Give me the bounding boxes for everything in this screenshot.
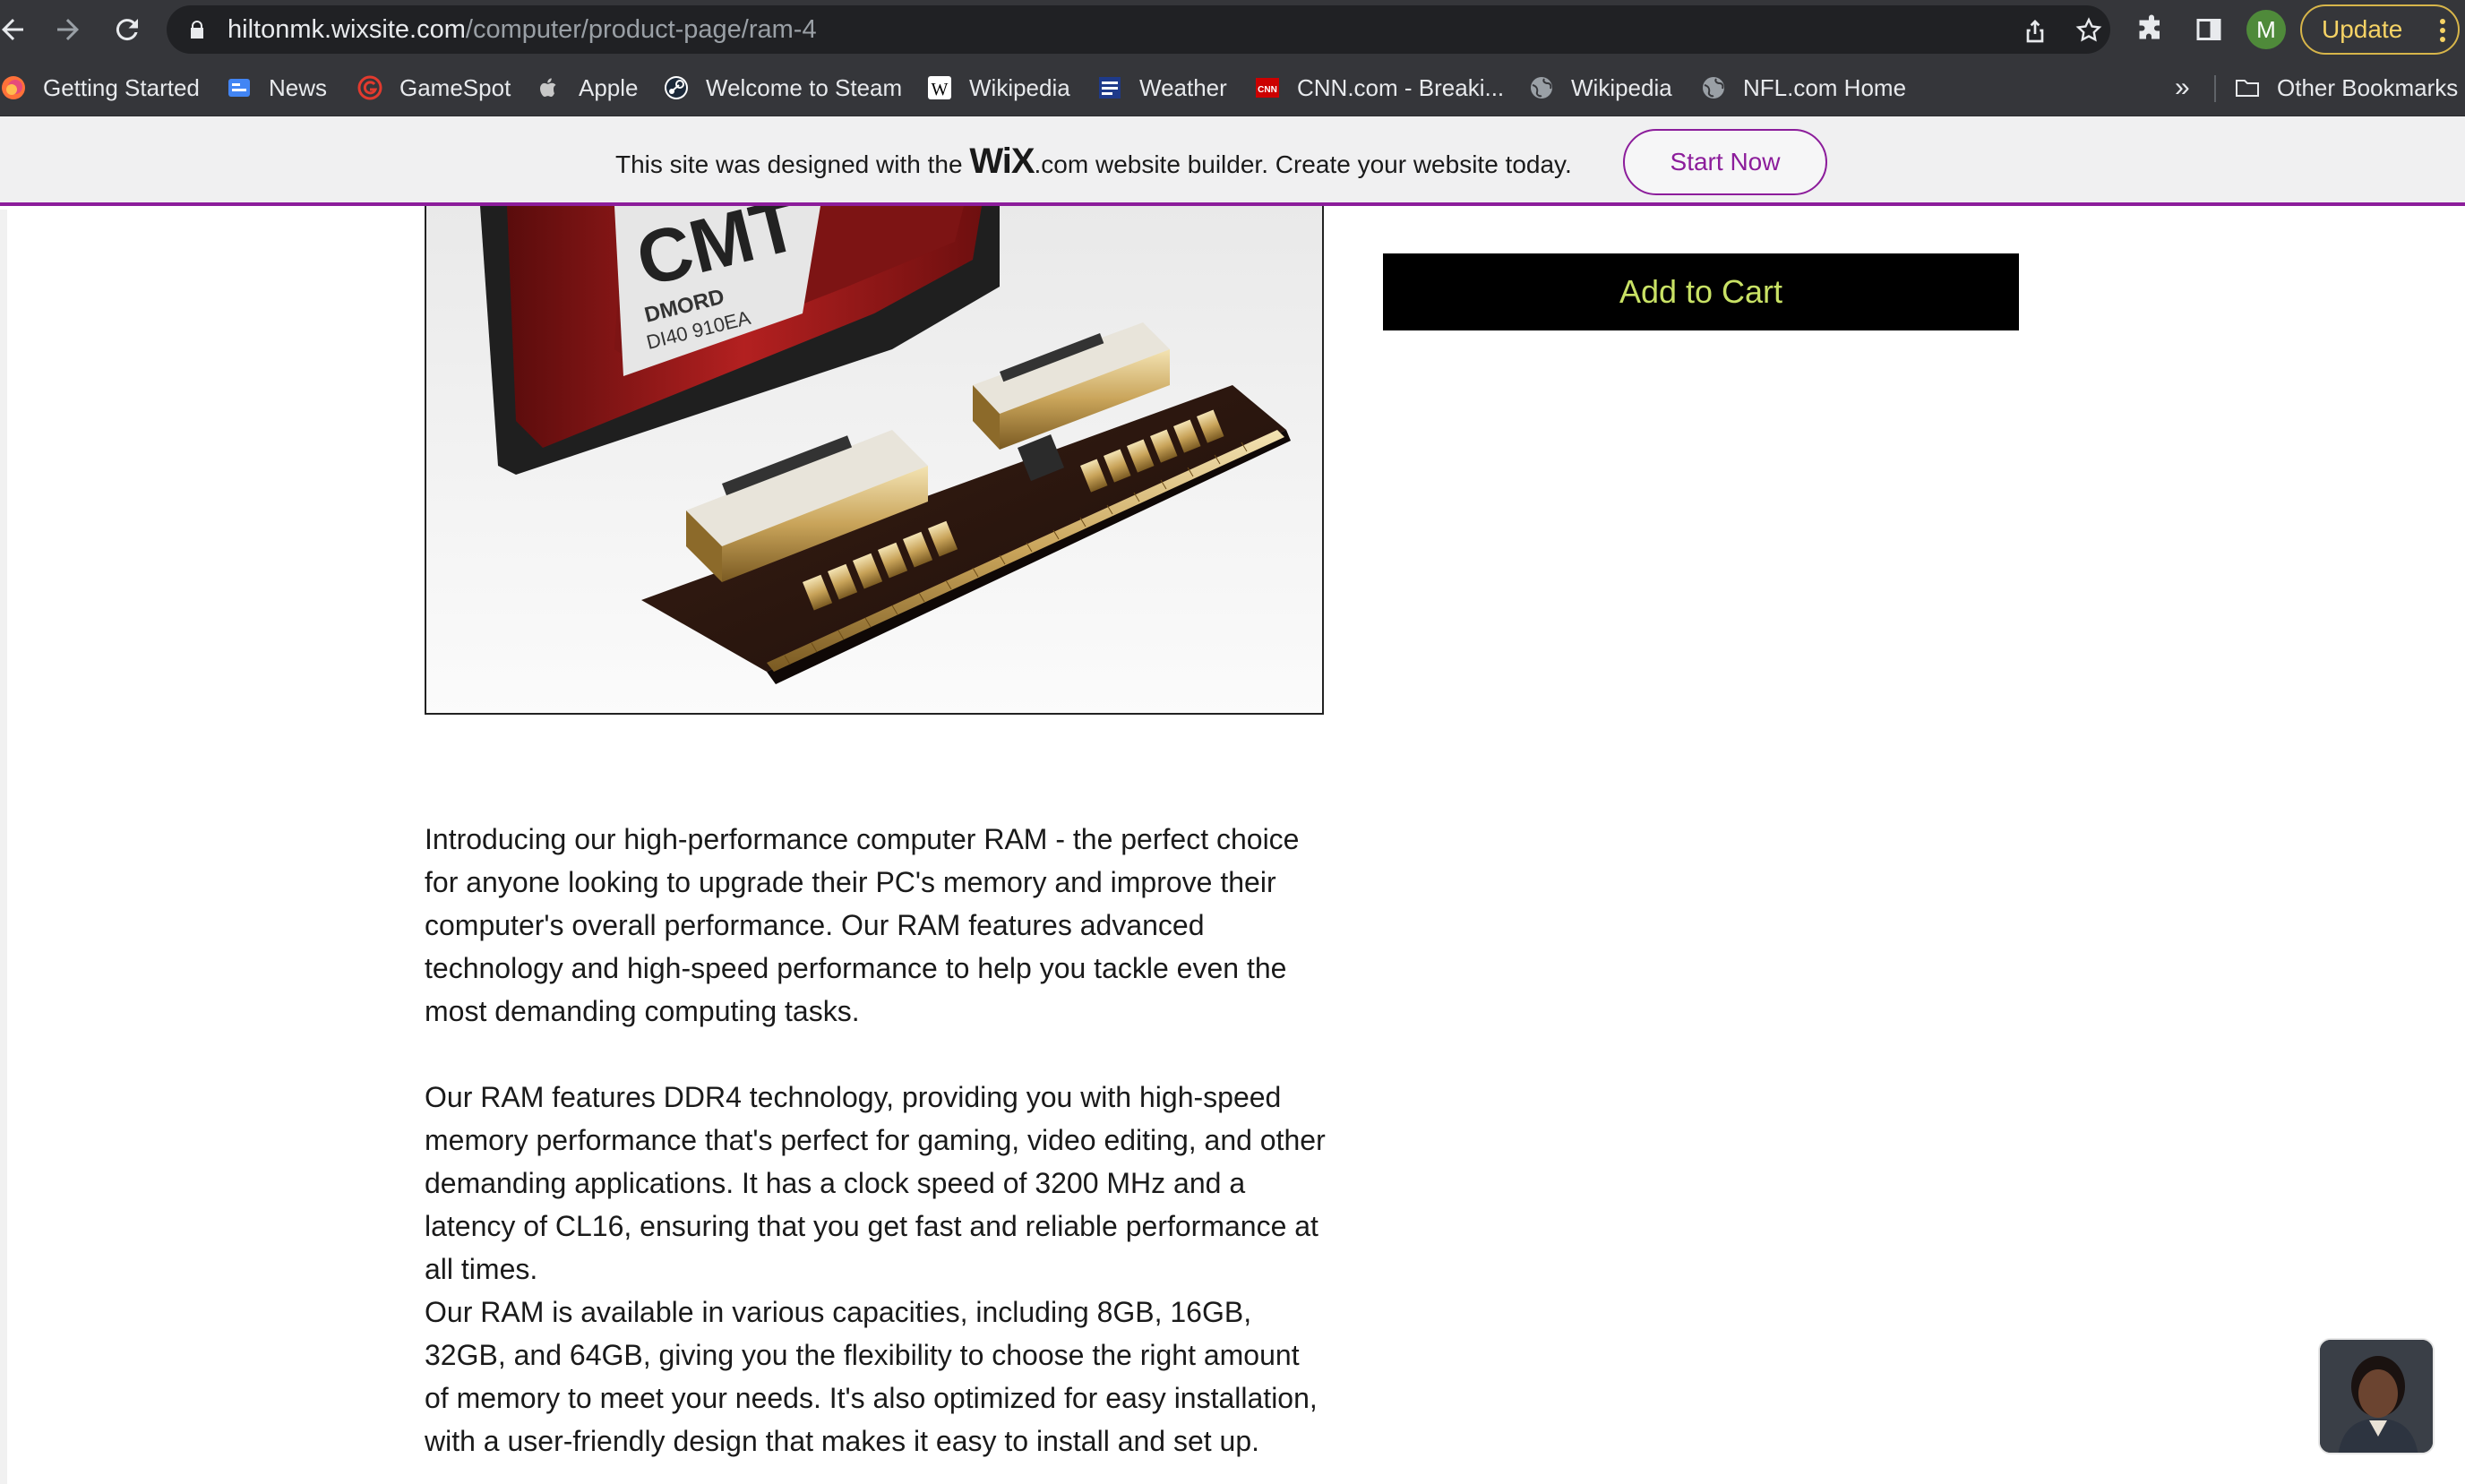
bookmark-label: Welcome to Steam	[706, 73, 903, 101]
lock-icon	[191, 21, 203, 39]
bookmark-news[interactable]: News	[226, 59, 327, 116]
bookmark-label: Other Bookmarks	[2277, 73, 2459, 101]
cnn-icon: CNN	[1254, 74, 1281, 101]
side-panel-icon[interactable]	[2193, 13, 2225, 46]
back-icon	[2, 19, 23, 40]
bookmark-steam[interactable]: Welcome to Steam	[663, 59, 902, 116]
start-now-button[interactable]: Start Now	[1623, 129, 1827, 195]
google-news-icon	[226, 74, 253, 101]
globe-icon	[1528, 74, 1555, 101]
bookmark-gamespot[interactable]: GameSpot	[356, 59, 511, 116]
forward-icon	[57, 19, 79, 40]
url-host: hiltonmk.wixsite.com	[228, 15, 466, 44]
bookmark-wikipedia-2[interactable]: Wikipedia	[1528, 59, 1672, 116]
product-image[interactable]: CMT DMORD DI40 910EA	[425, 206, 1324, 715]
banner-text-after: .com website builder. Create your websit…	[1034, 150, 1572, 178]
url-path: /computer/product-page/ram-4	[465, 15, 817, 44]
bookmark-label: News	[269, 73, 328, 101]
bookmark-label: CNN.com - Breaki...	[1297, 73, 1505, 101]
reload-button[interactable]	[107, 10, 147, 49]
bookmark-nfl[interactable]: NFL.com Home	[1700, 59, 1906, 116]
page-left-edge	[0, 210, 7, 1484]
share-icon[interactable]	[2021, 16, 2049, 45]
banner-text-before: This site was designed with the	[615, 150, 970, 178]
wix-ad-banner: This site was designed with the WiX.com …	[0, 116, 2465, 206]
firefox-icon	[0, 74, 27, 101]
add-to-cart-button[interactable]: Add to Cart	[1383, 253, 2019, 330]
steam-icon	[663, 74, 690, 101]
bookmark-weather[interactable]: Weather	[1096, 59, 1227, 116]
reload-icon	[116, 19, 138, 41]
bookmarks-overflow-button[interactable]: »	[2175, 59, 2190, 116]
weather-channel-icon	[1096, 74, 1123, 101]
bookmark-label: Apple	[579, 73, 639, 101]
bookmark-label: GameSpot	[399, 73, 511, 101]
description-paragraph: Our RAM features DDR4 technology, provid…	[425, 1081, 1326, 1285]
update-button[interactable]: Update	[2300, 4, 2460, 55]
update-label: Update	[2322, 15, 2403, 43]
extensions-icon[interactable]	[2135, 13, 2168, 46]
star-icon[interactable]	[2074, 16, 2103, 45]
more-vert-icon	[2440, 19, 2445, 42]
svg-text:W: W	[932, 80, 949, 99]
url-text: hiltonmk.wixsite.com/computer/product-pa…	[228, 5, 817, 54]
address-bar[interactable]: hiltonmk.wixsite.com/computer/product-pa…	[167, 5, 2110, 54]
description-paragraph: Introducing our high-performance compute…	[425, 823, 1300, 1027]
bookmark-label: Wikipedia	[969, 73, 1070, 101]
bookmark-label: Weather	[1139, 73, 1227, 101]
bookmark-label: Wikipedia	[1571, 73, 1672, 101]
bookmarks-divider	[2214, 75, 2216, 102]
back-button[interactable]	[0, 10, 32, 49]
wix-logo[interactable]: WiX	[969, 142, 1035, 181]
apple-icon	[536, 74, 563, 101]
gamespot-icon	[356, 74, 383, 101]
bookmark-apple[interactable]: Apple	[536, 59, 639, 116]
bookmark-wikipedia[interactable]: W Wikipedia	[926, 59, 1070, 116]
bookmarks-bar: Getting Started News GameSpot Apple Welc…	[0, 59, 2465, 116]
bookmark-getting-started[interactable]: Getting Started	[0, 59, 200, 116]
bookmark-cnn[interactable]: CNN CNN.com - Breaki...	[1254, 59, 1504, 116]
forward-button[interactable]	[48, 10, 88, 49]
globe-icon	[1700, 74, 1727, 101]
product-description: Introducing our high-performance compute…	[425, 818, 1329, 1484]
svg-text:CNN: CNN	[1258, 85, 1277, 95]
wix-banner-text: This site was designed with the WiX.com …	[615, 116, 1572, 206]
ram-module-illustration: CMT DMORD DI40 910EA	[426, 206, 1322, 713]
other-bookmarks-folder[interactable]: Other Bookmarks	[2234, 59, 2458, 116]
folder-icon	[2234, 74, 2261, 101]
bookmark-label: Getting Started	[43, 73, 200, 101]
chat-assistant-avatar[interactable]	[2318, 1338, 2435, 1454]
profile-avatar[interactable]: M	[2246, 10, 2286, 49]
bookmark-label: NFL.com Home	[1743, 73, 1907, 101]
browser-toolbar: hiltonmk.wixsite.com/computer/product-pa…	[0, 0, 2465, 59]
wikipedia-icon: W	[926, 74, 953, 101]
person-avatar-icon	[2320, 1340, 2433, 1453]
description-paragraph: Our RAM is available in various capaciti…	[425, 1296, 1318, 1457]
